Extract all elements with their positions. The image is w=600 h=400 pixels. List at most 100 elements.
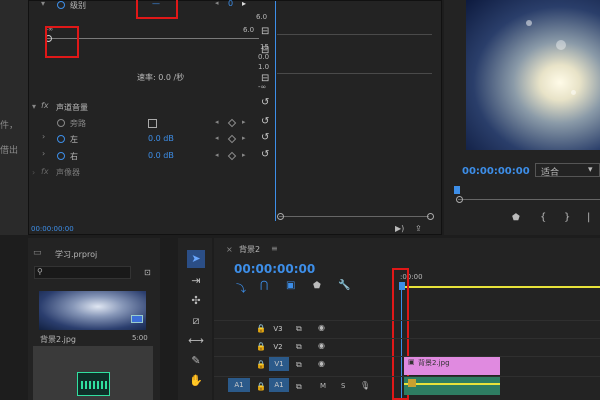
a1-lock-icon[interactable]: 🔒 [256, 382, 266, 391]
close-icon[interactable]: × [226, 245, 233, 254]
program-scrubber[interactable] [458, 199, 600, 200]
left-keyframe-icon[interactable] [227, 134, 235, 142]
left-value[interactable]: 0.0 dB [148, 134, 174, 143]
bypass-keyframe-icon[interactable] [227, 118, 235, 126]
right-keyframe-icon[interactable] [227, 151, 235, 159]
expand-chevron-icon[interactable]: ▾ [41, 0, 45, 8]
v1-track-label[interactable]: V1 [269, 357, 289, 371]
program-playhead-icon[interactable] [454, 186, 460, 194]
right-value[interactable]: 0.0 dB [148, 151, 174, 160]
search-input[interactable]: ⚲ [34, 266, 131, 279]
selection-tool-icon[interactable]: ➤ [187, 250, 205, 268]
audio-volume-line[interactable] [404, 383, 500, 385]
program-timecode[interactable]: 00:00:00:00 [462, 166, 530, 177]
slip-tool-icon[interactable]: ⟷ [187, 332, 205, 350]
v2-track-label[interactable]: V2 [270, 340, 286, 354]
a1-solo-button[interactable]: S [341, 382, 345, 390]
a1-microphone-icon[interactable]: 🎙 [360, 381, 370, 390]
play-audio-icon[interactable]: ▶) [395, 224, 404, 233]
audio-waveform-icon [77, 372, 110, 396]
audio-clip-thumbnail[interactable] [33, 346, 153, 400]
program-scroll-handle[interactable] [456, 196, 463, 203]
left-label: 左 [70, 135, 78, 144]
right-prev-keyframe-icon[interactable]: ◂ [215, 151, 219, 159]
chevron-down-icon: ▾ [588, 165, 593, 175]
prev-keyframe-icon[interactable]: ◂ [215, 0, 219, 7]
mark-in-icon[interactable]: { [540, 212, 546, 223]
v2-lock-icon[interactable]: 🔒 [256, 342, 266, 351]
new-bin-icon[interactable]: ⊡ [144, 268, 151, 277]
work-area-bar[interactable] [399, 286, 600, 288]
pen-tool-icon[interactable]: ✎ [187, 352, 205, 370]
background-document-strip: 件， 借出 [0, 0, 28, 235]
fx-badge-icon: fx [41, 101, 49, 110]
right-expand-icon[interactable]: › [42, 149, 45, 158]
program-video-preview [466, 0, 600, 150]
clip-name[interactable]: 背景2.jpg [40, 334, 76, 345]
right-reset-icon[interactable]: ↺ [261, 149, 269, 160]
left-next-keyframe-icon[interactable]: ▸ [242, 134, 246, 142]
a1-track-label[interactable]: A1 [269, 378, 289, 392]
ripple-edit-tool-icon[interactable]: ✣ [187, 292, 205, 310]
stopwatch-icon[interactable] [57, 1, 65, 9]
fit-dropdown[interactable]: 适合 ▾ [535, 163, 600, 178]
effect-controls-panel: ▾ 级别 — ◂ 0 ▸ 6.0 -∞ 6.0 ⊟ 15 ⊟ 0.0 1.0 ⊟… [28, 0, 442, 235]
scroll-handle-left[interactable] [277, 213, 284, 220]
add-marker-icon[interactable]: ⬟ [512, 213, 520, 223]
audio-clip[interactable] [404, 377, 500, 395]
scale-neg: -∞ [258, 83, 267, 91]
left-reset-icon[interactable]: ↺ [261, 132, 269, 143]
razor-tool-icon[interactable]: ⧄ [187, 312, 205, 330]
clip-thumbnail[interactable] [39, 291, 146, 330]
track-select-tool-icon[interactable]: ⇥ [187, 272, 205, 290]
v2-sync-icon[interactable]: ⧉ [296, 342, 302, 352]
right-next-keyframe-icon[interactable]: ▸ [242, 151, 246, 159]
video-clip[interactable]: ▣ 背景2.jpg [404, 357, 500, 375]
left-stopwatch-icon[interactable] [57, 135, 65, 143]
marker-icon[interactable]: ⬟ [313, 281, 321, 291]
snap-icon[interactable]: ⤵ [236, 280, 246, 295]
right-stopwatch-icon[interactable] [57, 152, 65, 160]
v3-eye-icon[interactable]: ◉ [318, 323, 325, 332]
export-icon[interactable]: ⇪ [415, 224, 422, 233]
scroll-handle-right[interactable] [427, 213, 434, 220]
mark-out-icon[interactable]: } [564, 212, 570, 223]
tools-panel: ➤ ⇥ ✣ ⧄ ⟷ ✎ ✋ [178, 238, 212, 400]
hand-tool-icon[interactable]: ✋ [187, 372, 205, 390]
timeline-timecode[interactable]: 00:00:00:00 [234, 262, 315, 276]
bypass-prev-keyframe-icon[interactable]: ◂ [215, 118, 219, 126]
panel-menu-icon[interactable]: ≡ [271, 244, 278, 253]
reset-icon[interactable]: ⊟ [261, 26, 269, 37]
next-keyframe-icon[interactable]: ▸ [242, 0, 246, 8]
add-marker-timeline-icon[interactable]: ▣ [286, 280, 295, 291]
level-value[interactable]: 0 [228, 0, 233, 8]
left-expand-icon[interactable]: › [42, 132, 45, 141]
a1-sync-icon[interactable]: ⧉ [296, 382, 302, 392]
bypass-next-keyframe-icon[interactable]: ▸ [242, 118, 246, 126]
go-to-in-icon[interactable]: | [587, 212, 590, 223]
reset-channel-volume-icon[interactable]: ↺ [261, 97, 269, 108]
a1-source-patch[interactable]: A1 [228, 378, 250, 392]
panner-expand-icon[interactable]: › [32, 168, 35, 177]
bypass-checkbox[interactable] [148, 119, 157, 128]
v2-eye-icon[interactable]: ◉ [318, 341, 325, 350]
sequence-tab[interactable]: 背景2 [239, 244, 260, 255]
wrench-icon[interactable]: 🔧 [338, 280, 350, 291]
v3-track-label[interactable]: V3 [270, 322, 286, 336]
graph-line-1 [277, 34, 432, 35]
v3-sync-icon[interactable]: ⧉ [296, 324, 302, 334]
collapse-chevron-icon[interactable]: ▾ [32, 102, 36, 111]
channel-volume-label: 声道音量 [56, 103, 88, 112]
v1-sync-icon[interactable]: ⧉ [296, 360, 302, 370]
clip-badge-icon [131, 315, 143, 323]
graph-scrollbar[interactable] [279, 216, 429, 217]
document-text-1: 件， [0, 121, 19, 131]
bypass-reset-icon[interactable]: ↺ [261, 116, 269, 127]
left-prev-keyframe-icon[interactable]: ◂ [215, 134, 219, 142]
a1-mute-button[interactable]: M [320, 382, 326, 390]
linked-selection-icon[interactable]: ⋂ [260, 280, 268, 291]
v1-lock-icon[interactable]: 🔒 [256, 360, 266, 369]
v1-eye-icon[interactable]: ◉ [318, 359, 325, 368]
effect-timecode[interactable]: 00:00:00:00 [31, 225, 74, 233]
v3-lock-icon[interactable]: 🔒 [256, 324, 266, 333]
